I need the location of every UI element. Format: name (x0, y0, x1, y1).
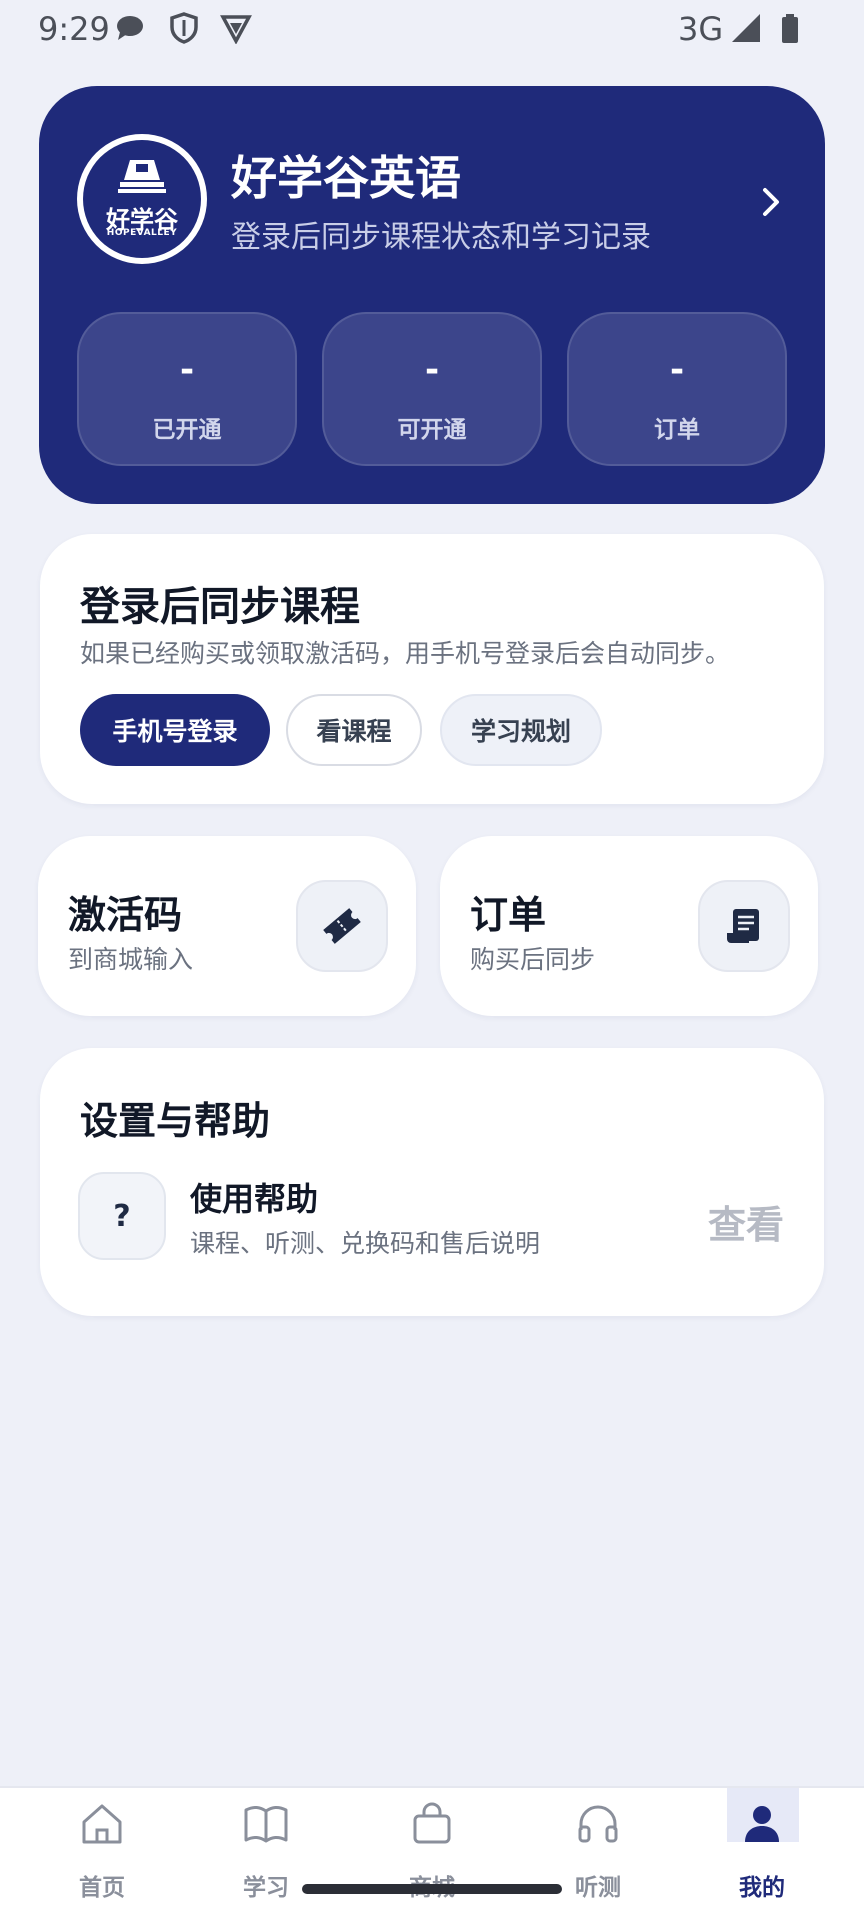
phone-login-button[interactable]: 手机号登录 (80, 694, 270, 766)
settings-title: 设置与帮助 (80, 1099, 271, 1143)
login-prompt: 登录后同步课程状态和学习记录 (231, 220, 651, 255)
app-logo: 好学谷 HOPEVALLEY (77, 134, 207, 264)
vpn-icon (220, 15, 252, 44)
help-title: 使用帮助 (190, 1180, 319, 1218)
home-gesture-bar[interactable] (302, 1884, 562, 1894)
stat-label: 已开通 (152, 417, 222, 443)
sync-courses-card: 登录后同步课程 如果已经购买或领取激活码，用手机号登录后会自动同步。 手机号登录… (40, 534, 824, 804)
view-courses-button[interactable]: 看课程 (286, 694, 422, 766)
nav-listening[interactable]: 听测 (512, 1788, 684, 1920)
book-icon (244, 1806, 288, 1843)
stat-value: - (424, 350, 440, 390)
shopping-bag-icon (413, 1802, 451, 1844)
activation-title: 激活码 (68, 893, 183, 937)
activation-subtitle: 到商城输入 (68, 945, 194, 974)
activation-code-card[interactable]: 激活码 到商城输入 (38, 836, 416, 1016)
stat-value: - (179, 350, 195, 390)
headphones-icon (578, 1805, 618, 1843)
shield-icon (170, 12, 198, 44)
user-icon (745, 1806, 779, 1842)
stat-label: 可开通 (397, 417, 467, 443)
nav-home[interactable]: 首页 (16, 1788, 188, 1920)
orders-card[interactable]: 订单 购买后同步 (440, 836, 818, 1016)
status-bar: 9:29 3G (0, 0, 864, 56)
stat-value: - (669, 350, 685, 390)
home-icon (82, 1804, 122, 1844)
stat-available[interactable]: - 可开通 (322, 312, 542, 466)
chevron-right-icon[interactable] (751, 182, 791, 222)
view-help-button[interactable]: 查看 (708, 1194, 784, 1249)
nav-label: 我的 (739, 1875, 785, 1901)
nav-profile[interactable]: 我的 (676, 1788, 848, 1920)
profile-hero-card[interactable]: 好学谷 HOPEVALLEY 好学谷英语 登录后同步课程状态和学习记录 - 已开… (39, 86, 825, 504)
help-question-icon: ? (78, 1172, 166, 1260)
sync-description: 如果已经购买或领取激活码，用手机号登录后会自动同步。 (80, 639, 731, 668)
orders-subtitle: 购买后同步 (470, 945, 596, 974)
nav-label: 首页 (79, 1875, 125, 1901)
stat-activated[interactable]: - 已开通 (77, 312, 297, 466)
app-title: 好学谷英语 (231, 151, 461, 205)
receipt-icon (698, 880, 790, 972)
settings-help-card: 设置与帮助 ? 使用帮助 课程、听测、兑换码和售后说明 查看 (40, 1048, 824, 1316)
nav-study[interactable]: 学习 (180, 1788, 352, 1920)
logo-emblem (118, 160, 166, 193)
ticket-icon (296, 880, 388, 972)
study-plan-button[interactable]: 学习规划 (440, 694, 602, 766)
orders-title: 订单 (470, 893, 547, 937)
stat-label: 订单 (654, 417, 700, 443)
status-time: 9:29 (38, 10, 110, 48)
logo-text-en: HOPEVALLEY (106, 228, 178, 238)
signal-icon (732, 14, 760, 42)
network-type: 3G (678, 10, 724, 48)
bottom-navigation: 首页 学习 商城 听测 我的 (0, 1786, 864, 1920)
battery-icon (782, 14, 798, 43)
nav-store[interactable]: 商城 (346, 1788, 518, 1920)
sync-title: 登录后同步课程 (80, 584, 360, 630)
stat-orders[interactable]: - 订单 (567, 312, 787, 466)
chat-bubble-icon (117, 16, 143, 40)
help-subtitle: 课程、听测、兑换码和售后说明 (190, 1229, 541, 1258)
